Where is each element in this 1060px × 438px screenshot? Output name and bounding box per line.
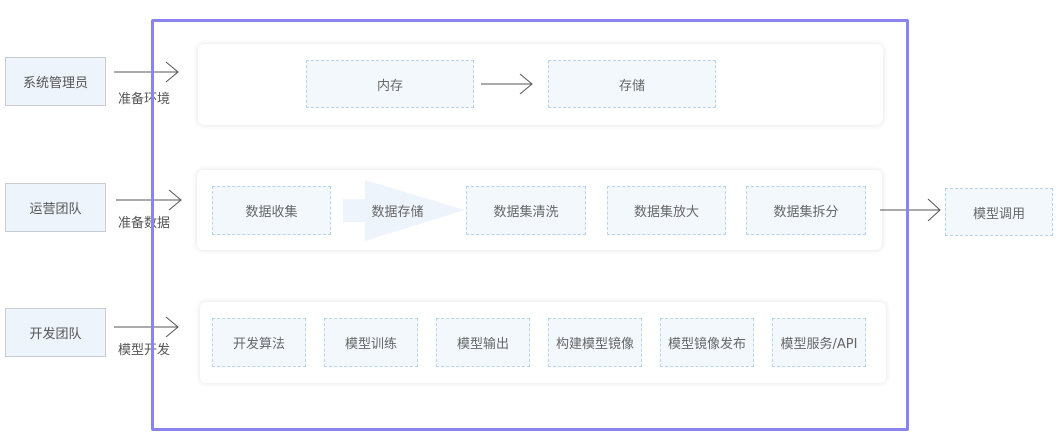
actor-system-admin: 系统管理员 (5, 57, 106, 106)
arrow-to-model-call-head (927, 198, 941, 222)
actor-development-team: 开发团队 (5, 308, 106, 357)
box-model-call: 模型调用 (945, 188, 1053, 236)
platform-frame (151, 19, 909, 431)
actor-operations-team: 运营团队 (5, 183, 106, 232)
